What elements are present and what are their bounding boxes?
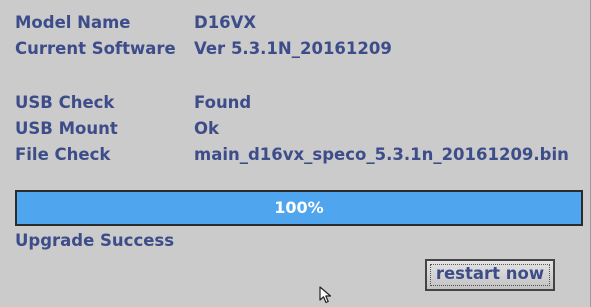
model-name-value: D16VX — [194, 13, 257, 32]
usb-check-value: Found — [194, 93, 252, 112]
upgrade-progress-bar: 100% — [15, 190, 583, 226]
restart-now-button[interactable]: restart now — [425, 259, 555, 291]
file-check-label: File Check — [15, 145, 111, 164]
mouse-pointer-icon — [319, 286, 332, 304]
usb-mount-value: Ok — [194, 119, 219, 138]
current-software-value: Ver 5.3.1N_20161209 — [194, 39, 392, 58]
file-check-value: main_d16vx_speco_5.3.1n_20161209.bin — [194, 145, 569, 164]
usb-mount-label: USB Mount — [15, 119, 118, 138]
upgrade-status-text: Upgrade Success — [15, 231, 175, 250]
current-software-label: Current Software — [15, 39, 176, 58]
model-name-label: Model Name — [15, 13, 131, 32]
usb-check-label: USB Check — [15, 93, 115, 112]
upgrade-dialog: Model Name D16VX Current Software Ver 5.… — [0, 0, 591, 307]
progress-percent-text: 100% — [274, 198, 324, 217]
